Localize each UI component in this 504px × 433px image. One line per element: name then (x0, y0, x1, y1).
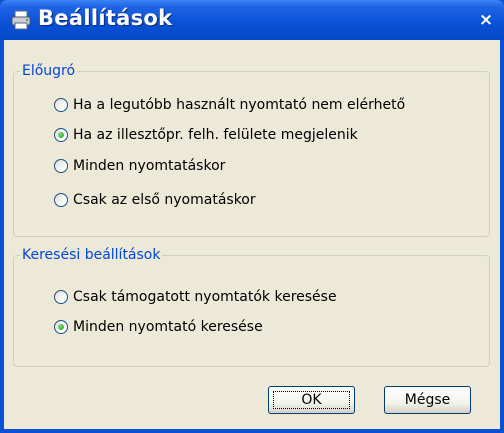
popup-option-printer-unavailable[interactable]: Ha a legutóbb használt nyomtató nem elér… (54, 97, 405, 113)
cancel-button[interactable]: Mégse (384, 386, 471, 414)
dialog-title: Beállítások (38, 6, 173, 30)
popup-group-legend: Előugró (22, 63, 76, 79)
radio-label: Ha a legutóbb használt nyomtató nem elér… (73, 97, 406, 113)
search-group-legend: Keresési beállítások (22, 247, 161, 263)
search-option-supported-only[interactable]: Csak támogatott nyomtatók keresése (54, 289, 337, 305)
radio-label: Minden nyomtatáskor (73, 158, 226, 174)
popup-option-driver-ui[interactable]: Ha az illesztőpr. felh. felülete megjele… (54, 127, 358, 143)
radio-button-selected[interactable] (54, 320, 68, 334)
radio-label: Csak az első nyomatáskor (73, 192, 256, 208)
radio-button[interactable] (54, 98, 68, 112)
popup-option-every-print[interactable]: Minden nyomtatáskor (54, 158, 225, 174)
search-settings-group: Keresési beállítások (13, 247, 490, 367)
radio-button[interactable] (54, 193, 68, 207)
close-button[interactable]: × (474, 8, 498, 32)
radio-button[interactable] (54, 159, 68, 173)
popup-group: Előugró (13, 63, 490, 237)
ok-button[interactable]: OK (268, 386, 355, 414)
radio-label: Ha az illesztőpr. felh. felülete megjele… (73, 127, 358, 143)
search-option-all-printers[interactable]: Minden nyomtató keresése (54, 319, 263, 335)
title-bar[interactable]: Beállítások × (0, 0, 504, 40)
settings-dialog: Beállítások × Előugró Ha a legutóbb hasz… (0, 0, 504, 433)
close-icon: × (478, 10, 494, 30)
dialog-body: Előugró Ha a legutóbb használt nyomtató … (4, 40, 500, 429)
radio-label: Minden nyomtató keresése (73, 319, 263, 335)
printer-icon (11, 10, 31, 30)
radio-button[interactable] (54, 290, 68, 304)
popup-option-first-print[interactable]: Csak az első nyomatáskor (54, 192, 256, 208)
radio-label: Csak támogatott nyomtatók keresése (73, 289, 337, 305)
radio-button-selected[interactable] (54, 128, 68, 142)
